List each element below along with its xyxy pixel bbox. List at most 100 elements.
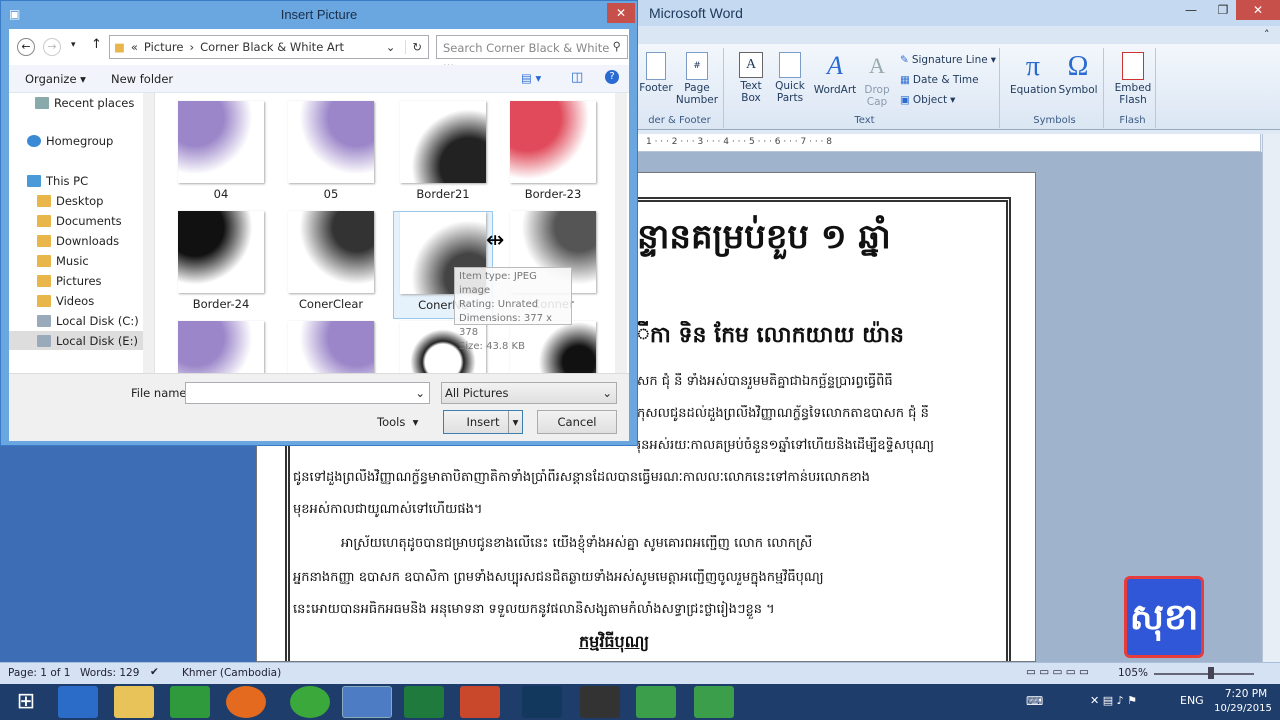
insert-button[interactable]: Insert ▾ [443, 410, 523, 434]
chevron-down-icon: ⌄ [602, 386, 612, 400]
powerpoint-icon[interactable] [460, 686, 500, 718]
equation-button[interactable]: π Equation [1010, 52, 1057, 97]
word-taskbar-icon[interactable] [342, 686, 392, 718]
nav-recent-places[interactable]: Recent places [35, 93, 134, 112]
clock-time[interactable]: 7:20 PM [1218, 688, 1274, 700]
date-time-button[interactable]: ▦ Date & Time [900, 74, 979, 86]
photoshop-icon[interactable] [522, 686, 562, 718]
folder-icon [37, 254, 51, 267]
zoom-slider-thumb[interactable] [1208, 667, 1214, 679]
maximize-button[interactable]: ❐ [1208, 0, 1238, 20]
nav-scrollbar[interactable] [143, 93, 154, 373]
zoom-level[interactable]: 105% [1118, 667, 1148, 679]
page-number-button[interactable]: # Page Number [674, 52, 720, 106]
forward-button[interactable]: → [43, 38, 61, 56]
breadcrumb-corner-art[interactable]: Corner Black & White Art [200, 40, 344, 54]
back-button[interactable]: ← [17, 38, 35, 56]
file-explorer-icon[interactable] [114, 686, 154, 718]
text-box-button[interactable]: A Text Box [734, 52, 768, 104]
start-button[interactable]: ⊞ [6, 686, 46, 718]
recent-locations-icon[interactable]: ▾ [71, 40, 76, 50]
doc-line: អ្នកនាងកញ្ញា ឧបាសក ឧបាសិកា ព្រមទាំងសប្បុ… [293, 570, 824, 585]
preview-pane-icon[interactable]: ◫ [571, 70, 583, 85]
breadcrumb-overflow[interactable]: « [131, 40, 138, 54]
camtasia-icon[interactable] [636, 686, 676, 718]
zoom-slider[interactable] [1154, 673, 1254, 675]
thumbnail-image [510, 101, 596, 183]
nav-downloads[interactable]: Downloads [37, 231, 119, 250]
nav-this-pc[interactable]: This PC [27, 171, 88, 190]
signature-line-label: Signature Line [911, 54, 988, 66]
chevron-down-icon[interactable]: ⌄ [386, 40, 400, 54]
camtasia-recorder-icon[interactable] [694, 686, 734, 718]
document-scrollbar[interactable] [1262, 134, 1280, 662]
up-button[interactable]: ↑ [91, 37, 102, 52]
text-group-label: Text [854, 115, 875, 126]
symbol-button[interactable]: Ω Symbol [1058, 52, 1098, 97]
organize-button[interactable]: Organize ▾ [25, 72, 86, 86]
file-item[interactable]: Border-24 [171, 211, 271, 311]
drop-cap-button[interactable]: A Drop Cap [860, 52, 894, 108]
page-count[interactable]: Page: 1 of 1 [8, 667, 70, 679]
wordart-icon: A [827, 51, 843, 80]
file-item[interactable] [281, 321, 381, 373]
view-buttons-icon[interactable]: ▭ ▭ ▭ ▭ ▭ [1026, 666, 1089, 678]
refresh-icon[interactable]: ↻ [405, 40, 428, 54]
utorrent-icon[interactable] [290, 686, 330, 718]
nav-documents[interactable]: Documents [37, 211, 122, 230]
file-item[interactable]: 05 [281, 101, 381, 201]
close-button[interactable]: ✕ [1236, 0, 1280, 20]
file-item[interactable] [171, 321, 271, 373]
nav-videos[interactable]: Videos [37, 291, 94, 310]
quick-parts-button[interactable]: Quick Parts [770, 52, 810, 104]
minimize-button[interactable]: — [1176, 0, 1206, 20]
file-type-select[interactable]: All Pictures ⌄ [441, 382, 617, 404]
tools-button[interactable]: Tools ▾ [377, 415, 418, 429]
nav-pictures[interactable]: Pictures [37, 271, 102, 290]
new-folder-button[interactable]: New folder [111, 72, 173, 86]
ribbon-collapse-icon[interactable]: ˄ [1264, 28, 1270, 41]
folder-icon [37, 194, 51, 207]
internet-explorer-icon[interactable] [58, 686, 98, 718]
dialog-close-button[interactable]: ✕ [607, 3, 635, 23]
nav-local-c[interactable]: Local Disk (C:) [37, 311, 139, 330]
footer-button[interactable]: Footer [638, 52, 674, 94]
help-icon[interactable]: ? [605, 70, 619, 84]
store-icon[interactable] [170, 686, 210, 718]
keyboard-icon[interactable]: ⌨ [1026, 694, 1043, 708]
thumbnail-image [288, 321, 374, 373]
file-item[interactable]: Border-23 [503, 101, 603, 201]
file-name-input[interactable]: ⌄ [185, 382, 430, 404]
file-item[interactable]: ConerClear [281, 211, 381, 311]
file-item[interactable]: Border21 [393, 101, 493, 201]
file-type-value: All Pictures [445, 386, 509, 400]
proofing-icon[interactable]: ✔ [150, 666, 159, 678]
nav-music[interactable]: Music [37, 251, 89, 270]
signature-line-button[interactable]: ✎ Signature Line ▾ [900, 54, 996, 66]
insert-dropdown-icon[interactable]: ▾ [508, 411, 522, 433]
nav-desktop[interactable]: Desktop [37, 191, 103, 210]
horizontal-ruler[interactable]: 1 · · · 2 · · · 3 · · · 4 · · · 5 · · · … [636, 134, 1280, 152]
input-language[interactable]: ENG [1180, 694, 1204, 707]
firefox-icon[interactable] [226, 686, 266, 718]
word-count[interactable]: Words: 129 [80, 667, 139, 679]
excel-icon[interactable] [404, 686, 444, 718]
terminal-icon[interactable] [580, 686, 620, 718]
clock-date[interactable]: 10/29/2015 [1212, 703, 1274, 714]
address-box[interactable]: ■ « Picture › Corner Black & White Art ⌄… [109, 35, 429, 59]
nav-homegroup[interactable]: Homegroup [27, 131, 113, 150]
breadcrumb-picture[interactable]: Picture [144, 40, 184, 54]
wordart-button[interactable]: A WordArt [812, 51, 858, 97]
search-input[interactable]: Search Corner Black & White ... ⚲ [436, 35, 628, 69]
folder-icon [37, 214, 51, 227]
chevron-down-icon[interactable]: ⌄ [415, 386, 425, 400]
embed-flash-button[interactable]: Embed Flash [1112, 52, 1154, 106]
language-status[interactable]: Khmer (Cambodia) [182, 667, 281, 679]
nav-local-e[interactable]: Local Disk (E:) [9, 331, 154, 350]
object-button[interactable]: ▣ Object ▾ [900, 94, 955, 106]
file-item[interactable]: 04 [171, 101, 271, 201]
change-view-icon[interactable]: ▤ ▾ [521, 71, 541, 85]
tray-icons[interactable]: ✕ ▤ ♪ ⚑ [1090, 694, 1137, 707]
files-scrollbar[interactable] [615, 93, 627, 373]
cancel-button[interactable]: Cancel [537, 410, 617, 434]
